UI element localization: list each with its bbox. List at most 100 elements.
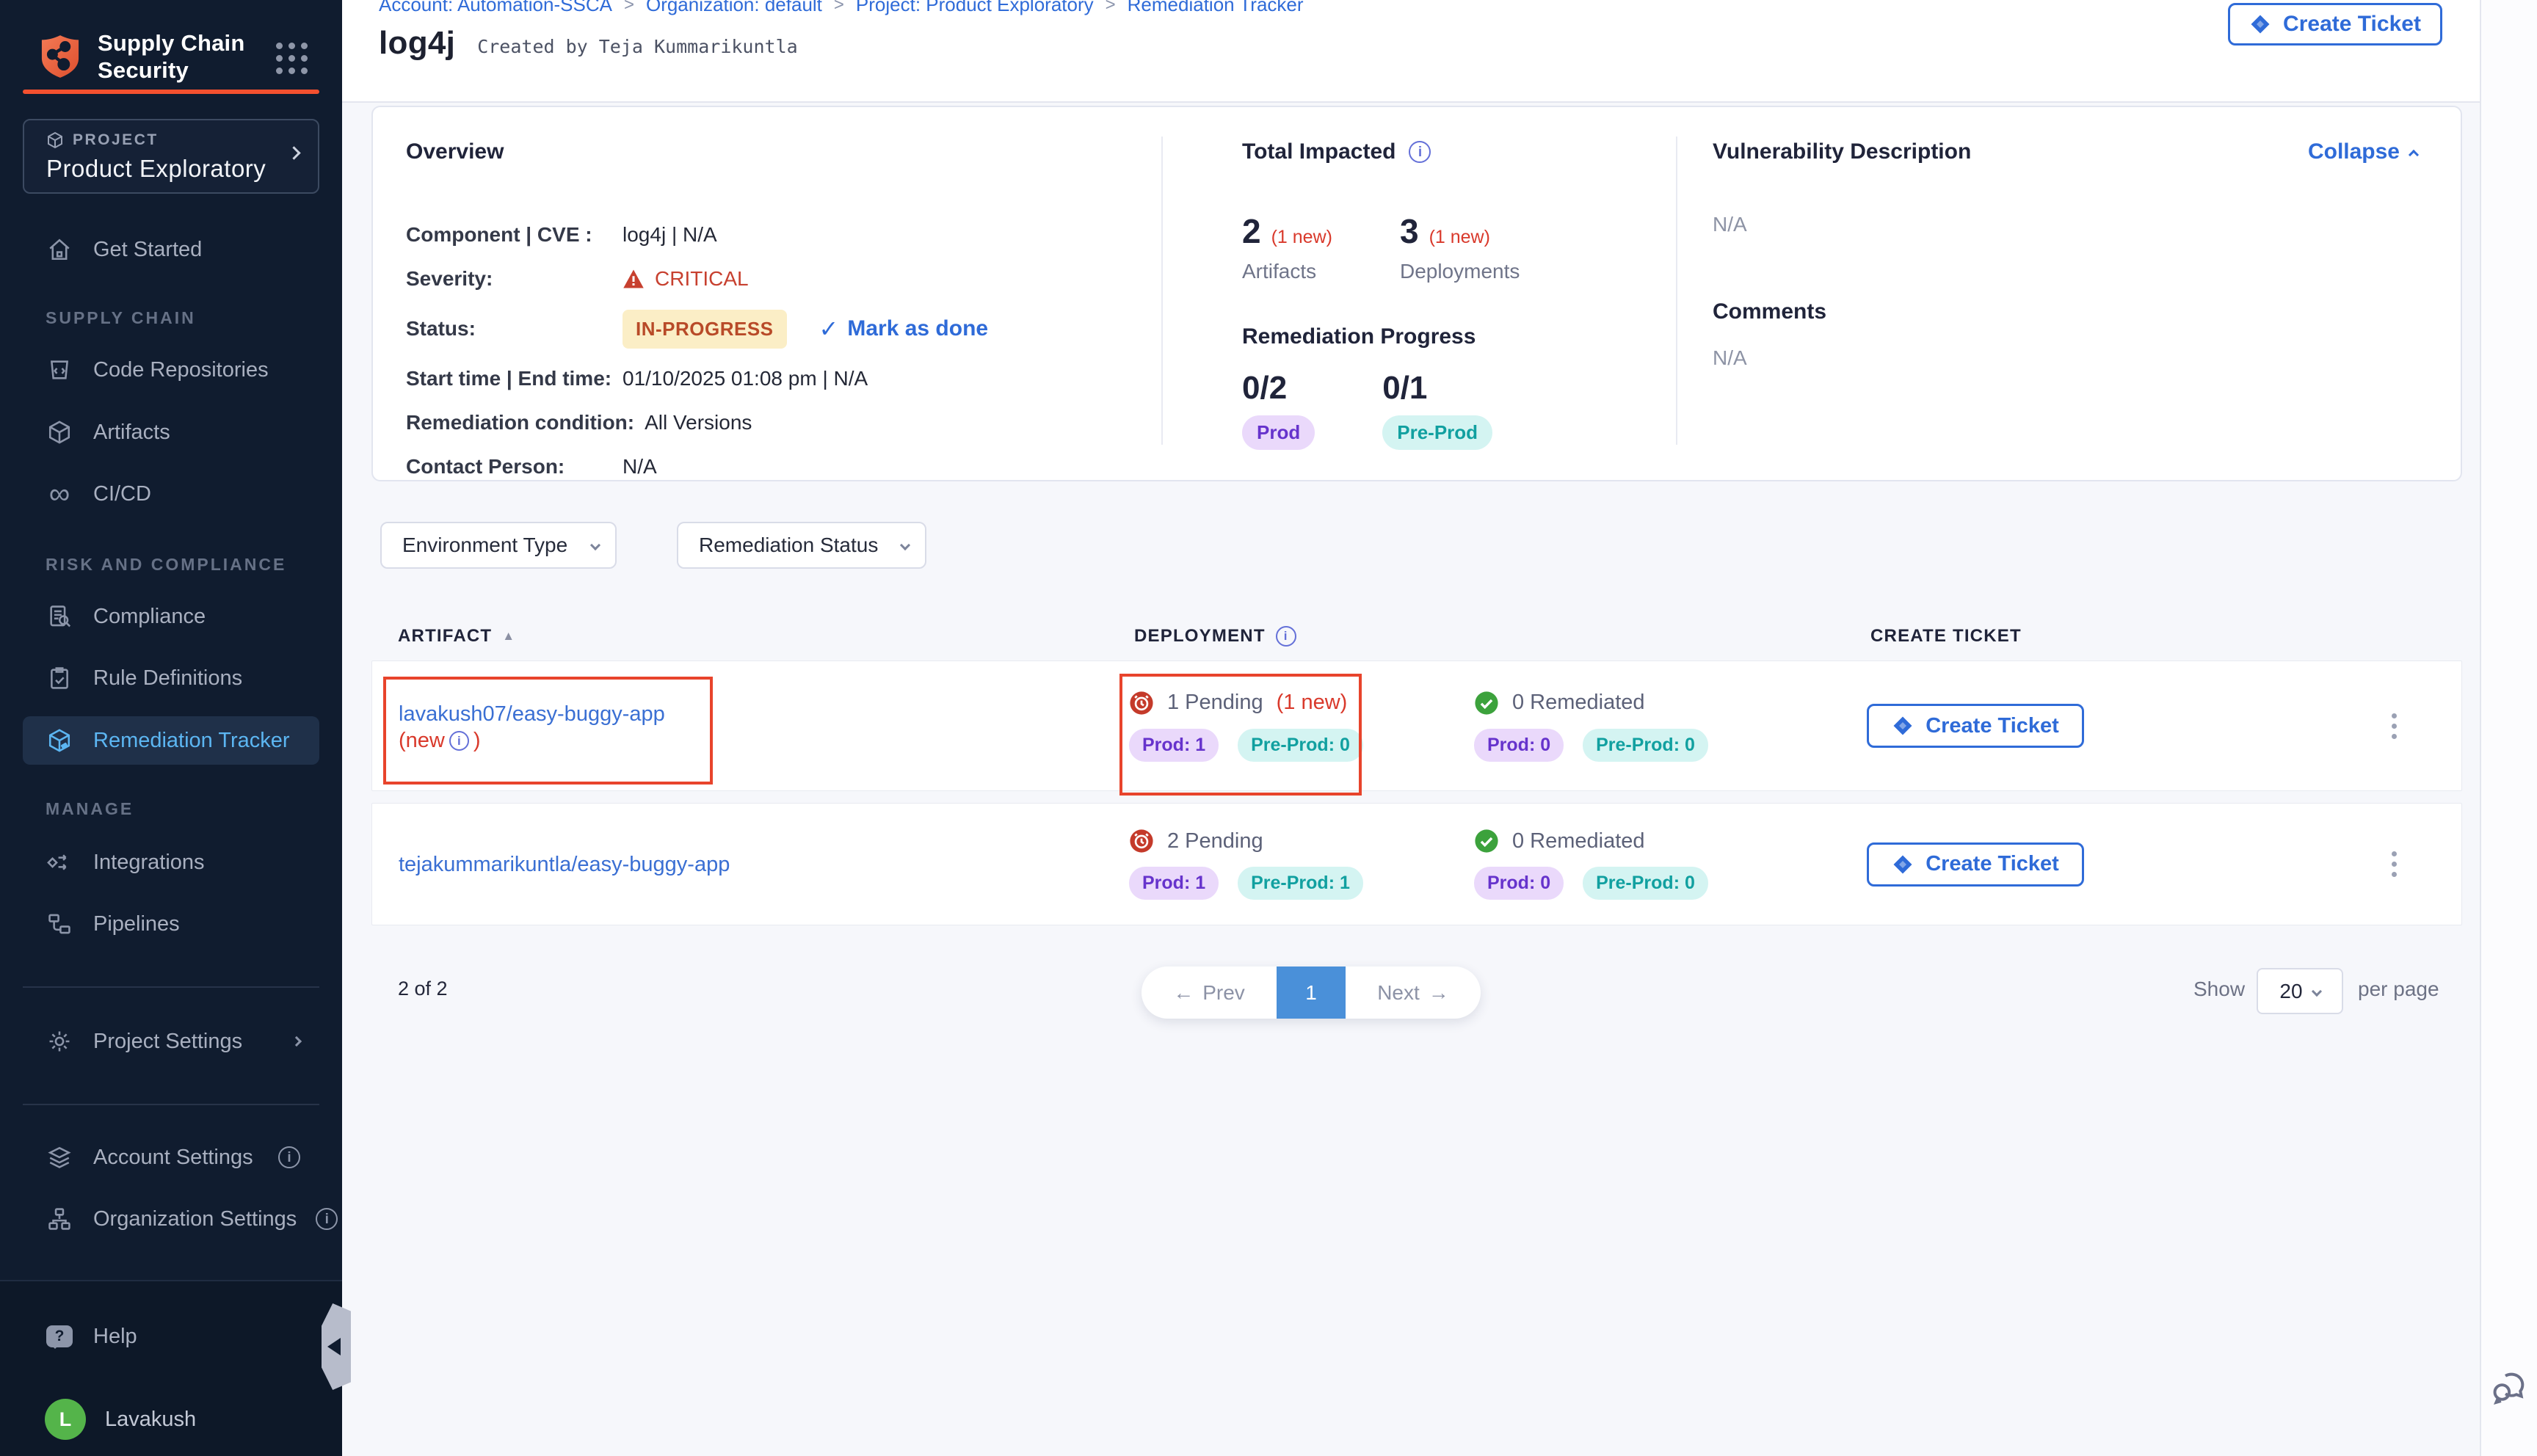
collapse-link[interactable]: Collapse [2308,139,2417,164]
project-label: PROJECT [46,131,300,149]
sidebar-item-rule-definitions[interactable]: Rule Definitions [23,654,319,702]
create-ticket-button[interactable]: Create Ticket [2228,3,2442,46]
sidebar-item-user[interactable]: L Lavakush [23,1395,319,1444]
breadcrumb-organization[interactable]: Organization: default [646,0,822,16]
preprod-count-badge: Pre-Prod: 1 [1238,867,1363,900]
gear-icon [45,1029,74,1054]
row-menu-kebab-icon[interactable] [2386,707,2403,745]
pending-count: 2 Pending [1167,829,1263,853]
page-number-button[interactable]: 1 [1277,967,1346,1019]
project-selector[interactable]: PROJECT Product Exploratory [23,119,319,194]
table-row: tejakummarikuntla/easy-buggy-app 2 Pendi… [371,803,2462,925]
chevron-right-icon [289,148,299,161]
check-icon: ✓ [819,315,839,343]
sidebar-item-label: Project Settings [93,1030,242,1054]
chevron-left-icon [327,1338,341,1355]
breadcrumb-separator: > [624,0,634,15]
pending-count: 1 Pending [1167,691,1263,715]
box-icon [45,420,74,445]
artifact-link[interactable]: lavakush07/easy-buggy-app [399,699,1129,729]
condition-value: All Versions [645,411,752,434]
sidebar-item-artifacts[interactable]: Artifacts [23,408,319,456]
vulnerability-description-heading: Vulnerability Description [1713,139,1971,164]
app-switcher-icon[interactable] [276,43,308,74]
jira-diamond-icon [2249,13,2271,35]
info-icon[interactable]: i [449,731,469,751]
create-ticket-button[interactable]: Create Ticket [1867,842,2084,887]
sidebar-item-remediation-tracker[interactable]: Remediation Tracker [23,716,319,765]
sidebar-item-help[interactable]: ? Help [23,1312,319,1361]
prod-badge: Prod [1242,415,1315,450]
severity-value: CRITICAL [655,267,749,291]
sidebar-item-organization-settings[interactable]: Organization Settings i [23,1195,319,1243]
artifacts-new-count: (1 new) [1271,227,1332,248]
impacted-deployments-stat: 3 (1 new) Deployments [1400,211,1520,283]
condition-label: Remediation condition: [406,411,634,434]
artifact-new-flag: (new i ) [399,729,1129,753]
remediated-cell: 0 Remediated Prod: 0 Pre-Prod: 0 [1474,691,1867,762]
pending-new-count: (1 new) [1277,691,1348,715]
artifact-link[interactable]: tejakummarikuntla/easy-buggy-app [399,850,1129,879]
sidebar-item-code-repositories[interactable]: Code Repositories [23,346,319,394]
next-page-button[interactable]: Next → [1346,967,1481,1019]
info-icon: i [316,1208,338,1230]
preprod-ratio: 0/1 [1382,370,1492,407]
remediated-count: 0 Remediated [1512,829,1645,853]
sidebar-item-pipelines[interactable]: Pipelines [23,900,319,948]
home-icon [45,237,74,262]
warning-triangle-icon [623,269,645,289]
sidebar-item-compliance[interactable]: Compliance [23,592,319,641]
remediated-check-icon [1474,691,1499,716]
card-divider [1676,136,1677,445]
sidebar-item-label: Compliance [93,605,206,629]
remediation-status-filter[interactable]: Remediation Status [677,522,926,569]
breadcrumb-current[interactable]: Remediation Tracker [1128,0,1304,16]
sidebar-item-get-started[interactable]: Get Started [23,225,319,274]
preprod-count-badge: Pre-Prod: 0 [1583,867,1708,900]
sidebar-item-account-settings[interactable]: Account Settings i [23,1133,319,1182]
sidebar: Supply Chain Security PROJECT Product Ex… [0,0,342,1456]
preprod-badge: Pre-Prod [1382,415,1492,450]
pagination: ← Prev 1 Next → [1142,967,1481,1019]
status-badge: IN-PROGRESS [623,310,787,349]
artifact-cell: lavakush07/easy-buggy-app (new i ) [399,699,1129,753]
contact-label: Contact Person: [406,455,623,478]
info-icon[interactable]: i [1276,626,1296,647]
prod-count-badge: Prod: 0 [1474,867,1564,900]
created-by-subtitle: Created by Teja Kummarikuntla [477,36,798,57]
column-artifact[interactable]: ARTIFACT ▲ [398,626,1128,647]
create-ticket-button[interactable]: Create Ticket [1867,704,2084,748]
pending-icon [1129,691,1154,716]
deployments-new-count: (1 new) [1429,227,1490,248]
impacted-artifacts-stat: 2 (1 new) Artifacts [1242,211,1332,283]
breadcrumb-account[interactable]: Account: Automation-SSCA [379,0,612,16]
page-title: log4j [379,25,455,62]
support-chat-icon[interactable] [2490,1366,2531,1408]
component-cve-label: Component | CVE : [406,223,623,247]
contact-value: N/A [623,455,657,478]
sidebar-item-label: Artifacts [93,421,170,445]
help-chat-icon: ? [45,1325,74,1347]
info-icon: i [278,1146,300,1168]
sidebar-item-cicd[interactable]: ∞ CI/CD [23,470,319,518]
environment-type-filter[interactable]: Environment Type [380,522,617,569]
prev-page-button[interactable]: ← Prev [1142,967,1277,1019]
sidebar-item-integrations[interactable]: Integrations [23,838,319,887]
arrow-right-icon: → [1429,981,1449,1005]
chevron-right-icon [293,1038,300,1045]
page-size-select[interactable]: 20 [2257,968,2343,1014]
sidebar-item-project-settings[interactable]: Project Settings [23,1017,319,1066]
breadcrumb: Account: Automation-SSCA > Organization:… [379,0,1304,16]
mark-as-done-link[interactable]: ✓ Mark as done [819,315,989,343]
chevron-up-icon [2409,150,2419,160]
overview-card: Overview Component | CVE : log4j | N/A S… [371,106,2462,481]
jira-diamond-icon [1892,853,1914,876]
arrow-left-icon: ← [1173,981,1194,1005]
breadcrumb-project[interactable]: Project: Product Exploratory [856,0,1094,16]
overview-heading: Overview [406,139,1140,164]
prod-count-badge: Prod: 1 [1129,729,1219,762]
sidebar-item-label: Get Started [93,238,202,262]
row-menu-kebab-icon[interactable] [2386,845,2403,883]
info-icon[interactable]: i [1409,141,1431,163]
remediation-box-icon [45,728,74,753]
